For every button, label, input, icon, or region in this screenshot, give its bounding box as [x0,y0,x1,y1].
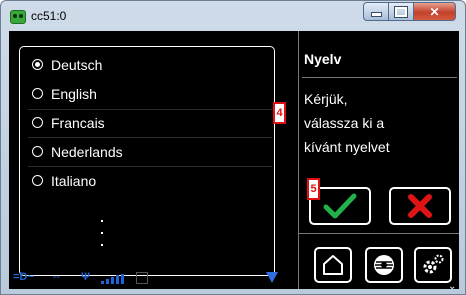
symbol-icon [374,255,394,275]
annotation-marker: 4 [273,102,286,124]
window-title: cc51:0 [31,9,67,23]
symbol-button[interactable] [365,247,403,283]
network-icon [136,272,148,284]
annotation-marker: 5 [307,178,320,200]
radio-icon [32,146,43,157]
instruction-line-3: kívánt nyelvet [304,139,390,155]
button-divider [298,233,459,234]
link-icon: ⇔ [51,271,62,283]
scroll-down-icon[interactable] [266,272,278,283]
page-title: Nyelv [304,51,342,67]
language-list: Deutsch English Francais Nederlands Ital… [19,46,275,276]
panel-divider [298,31,299,289]
more-ellipsis [101,220,105,256]
minimize-icon [370,12,382,17]
radio-icon [32,175,43,186]
instruction-line-2: válassza ki a [304,115,385,131]
home-icon [323,255,343,275]
cross-icon [408,194,432,218]
maximize-icon [394,5,408,18]
language-option-nederlands[interactable]: Nederlands [20,138,274,166]
status-bar: =D~ ⇔ Ψ [9,269,279,287]
radio-selected-icon [32,59,43,70]
app-window: cc51:0 ✕ Deutsch English Francais Nederl… [0,0,466,295]
signal-strength-icon [101,274,125,284]
title-underline [302,77,457,78]
settings-button[interactable] [414,247,452,283]
title-bar[interactable]: cc51:0 ✕ [1,1,465,30]
caption-buttons: ✕ [363,2,456,21]
cancel-button[interactable] [389,187,451,225]
language-option-italiano[interactable]: Italiano [20,167,274,195]
minimize-button[interactable] [363,2,389,21]
language-option-deutsch[interactable]: Deutsch [20,51,274,79]
language-option-francais[interactable]: Francais [20,109,274,137]
device-screen: Deutsch English Francais Nederlands Ital… [9,31,459,289]
radio-icon [32,88,43,99]
radio-icon [32,117,43,128]
app-icon [10,10,26,24]
home-button[interactable] [314,247,352,283]
close-button[interactable]: ✕ [414,2,456,21]
settings-gear-icon [423,254,444,274]
resize-grip-icon[interactable]: ⌄ [448,281,460,292]
connection-icon: =D~ [13,271,34,283]
instruction-line-1: Kérjük, [304,91,348,107]
language-option-english[interactable]: English [20,80,274,108]
antenna-icon: Ψ [81,271,90,283]
close-icon: ✕ [429,4,440,19]
checkmark-icon [323,193,357,219]
maximize-button[interactable] [389,2,414,21]
